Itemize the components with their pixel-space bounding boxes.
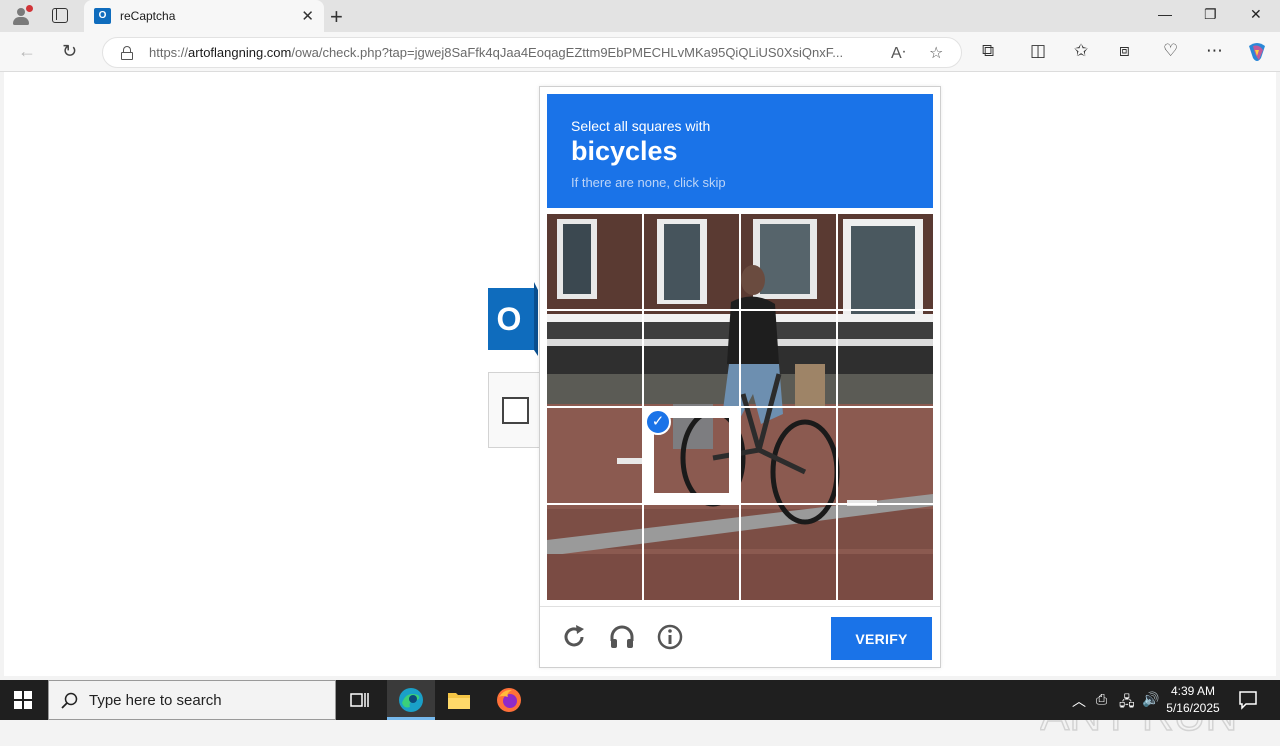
back-icon[interactable]: ←	[18, 41, 36, 62]
captcha-tile-10[interactable]	[741, 408, 836, 503]
navigation-bar: ← ↻ https://artoflangning.com/owa/check.…	[0, 32, 1280, 72]
read-aloud-icon[interactable]: Aᐧ	[891, 43, 906, 63]
favorites-icon[interactable]: ✩	[1074, 41, 1088, 61]
show-hidden-icons-icon[interactable]: ︿	[1072, 691, 1086, 711]
tab-recaptcha[interactable]: O reCaptcha ✕	[84, 0, 324, 32]
browser-essentials-icon[interactable]: ♡	[1163, 41, 1178, 61]
address-bar[interactable]: https://artoflangning.com/owa/check.php?…	[102, 37, 962, 68]
captcha-header: Select all squares with bicycles If ther…	[547, 94, 933, 208]
captcha-tile-2[interactable]	[741, 214, 836, 309]
captcha-hint: If there are none, click skip	[571, 175, 726, 190]
info-icon[interactable]	[656, 623, 684, 651]
copilot-icon[interactable]	[1245, 40, 1269, 64]
more-menu-icon[interactable]: ⋯	[1206, 41, 1223, 61]
collections-icon[interactable]: ⧈	[1119, 41, 1130, 61]
captcha-tile-4[interactable]	[547, 311, 642, 406]
windows-taskbar: Type here to search ︿ ⎙ 🖧 🔊 4:39 AM 5/16…	[0, 680, 1280, 720]
favorite-star-icon[interactable]: ☆	[929, 43, 943, 63]
recaptcha-checkbox-card	[488, 372, 544, 448]
lock-icon[interactable]	[121, 46, 133, 60]
refresh-icon[interactable]: ↻	[62, 41, 77, 62]
new-tab-icon[interactable]: +	[330, 4, 343, 30]
captcha-footer: VERIFY	[540, 606, 940, 668]
search-icon	[61, 692, 78, 709]
notification-center-icon[interactable]	[1238, 690, 1258, 710]
captcha-tile-15[interactable]	[838, 505, 933, 600]
tile-selected-check-icon: ✓	[645, 409, 671, 435]
captcha-tile-0[interactable]	[547, 214, 642, 309]
captcha-tile-12[interactable]	[547, 505, 642, 600]
close-window-icon[interactable]: ✕	[1250, 6, 1262, 23]
captcha-tile-14[interactable]	[741, 505, 836, 600]
windows-start-icon[interactable]	[14, 691, 32, 709]
captcha-tile-7[interactable]	[838, 311, 933, 406]
recaptcha-checkbox[interactable]	[502, 397, 529, 424]
minimize-icon[interactable]: —	[1158, 6, 1172, 22]
profile-icon[interactable]	[10, 5, 33, 27]
taskbar-search-box[interactable]: Type here to search	[48, 680, 336, 720]
task-view-icon[interactable]	[336, 680, 384, 720]
captcha-instruction: Select all squares with	[571, 118, 711, 134]
split-screen-icon[interactable]: ◫	[1030, 41, 1046, 61]
tab-strip: O reCaptcha ✕ + — ❐ ✕	[0, 0, 1280, 32]
reload-challenge-icon[interactable]	[560, 623, 588, 651]
taskbar-clock[interactable]: 4:39 AM 5/16/2025	[1160, 683, 1226, 717]
captcha-tile-11[interactable]	[838, 408, 933, 503]
file-explorer-icon[interactable]	[435, 680, 483, 720]
url-text[interactable]: https://artoflangning.com/owa/check.php?…	[149, 45, 879, 60]
tab-close-icon[interactable]: ✕	[301, 7, 314, 25]
captcha-tile-5[interactable]	[644, 311, 739, 406]
clock-time: 4:39 AM	[1170, 684, 1216, 698]
taskbar-edge-icon[interactable]	[387, 680, 435, 720]
firefox-icon[interactable]	[485, 680, 533, 720]
volume-icon[interactable]: 🔊	[1142, 691, 1159, 708]
captcha-tile-8[interactable]	[547, 408, 642, 503]
captcha-tile-3[interactable]	[838, 214, 933, 309]
captcha-tile-1[interactable]	[644, 214, 739, 309]
extensions-icon[interactable]: ⧉	[982, 41, 994, 61]
outlook-logo-letter: O	[497, 301, 522, 337]
tab-title: reCaptcha	[120, 9, 176, 23]
captcha-image-grid: ✓	[547, 214, 933, 600]
restore-icon[interactable]: ❐	[1204, 6, 1217, 23]
outlook-logo-icon: O	[488, 282, 538, 356]
search-placeholder: Type here to search	[89, 692, 222, 709]
outlook-favicon-icon: O	[94, 8, 111, 24]
captcha-tile-6[interactable]	[741, 311, 836, 406]
verify-button[interactable]: VERIFY	[831, 617, 932, 660]
page-content: O Select all squares with bicycles If th…	[4, 72, 1276, 741]
network-icon[interactable]: 🖧	[1119, 691, 1135, 715]
clock-date: 5/16/2025	[1166, 701, 1220, 715]
captcha-target-word: bicycles	[571, 136, 678, 166]
tab-actions-icon[interactable]	[52, 8, 68, 23]
captcha-challenge: Select all squares with bicycles If ther…	[539, 86, 941, 668]
captcha-tile-13[interactable]	[644, 505, 739, 600]
device-icon[interactable]: ⎙	[1096, 691, 1107, 708]
audio-challenge-icon[interactable]	[608, 623, 636, 651]
